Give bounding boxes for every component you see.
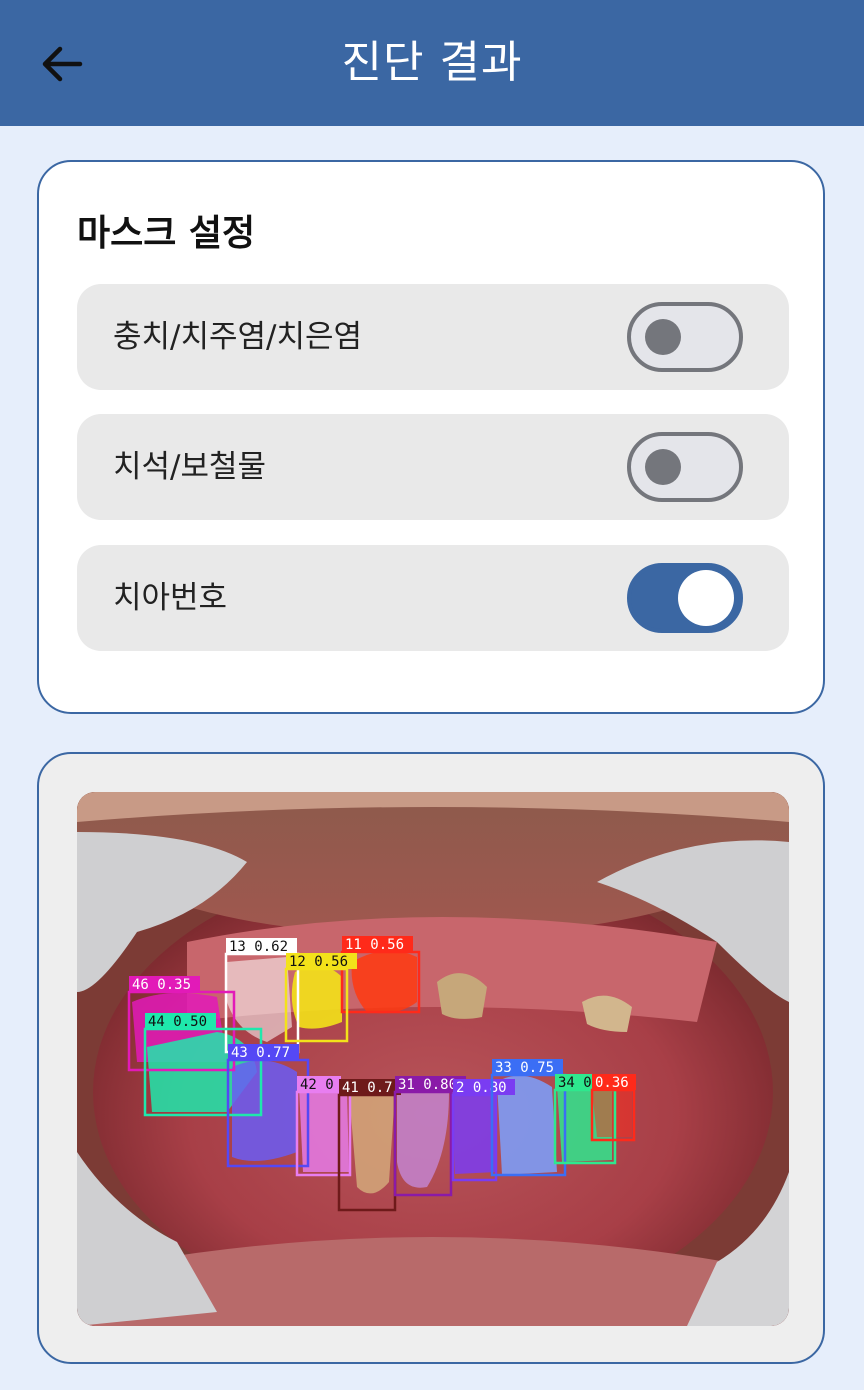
mask-settings-title: 마스크 설정 [77, 213, 256, 254]
caries-toggle[interactable] [627, 302, 743, 372]
detection-label: 13 0.62 [229, 939, 288, 955]
toggle-knob [645, 319, 681, 355]
option-row-tooth-number: 치아번호 [77, 545, 789, 651]
option-label-tooth-number: 치아번호 [113, 580, 228, 616]
detection-label: 43 0.77 [231, 1045, 290, 1061]
dental-photo: 13 0.62 11 0.56 12 0.56 46 0.35 44 0.50 43 0.… [77, 792, 789, 1326]
page-title: 진단 결과 [341, 37, 523, 88]
detection-label: 41 0.7 [342, 1080, 393, 1096]
option-label-caries: 충치/치주염/치은염 [113, 319, 363, 355]
detection-label: 46 0.35 [132, 977, 191, 993]
detection-label: 12 0.56 [289, 954, 348, 970]
toggle-knob [678, 570, 734, 626]
app-bar: 진단 결과 [0, 0, 864, 126]
toggle-knob [645, 449, 681, 485]
calculus-toggle[interactable] [627, 432, 743, 502]
detection-label: 42 0 [300, 1077, 334, 1093]
detection-label: 33 0.75 [495, 1060, 554, 1076]
detection-label: 0.36 [595, 1075, 629, 1091]
option-row-caries: 충치/치주염/치은염 [77, 284, 789, 390]
detection-label: 11 0.56 [345, 937, 404, 953]
option-label-calculus: 치석/보철물 [113, 449, 267, 485]
option-row-calculus: 치석/보철물 [77, 414, 789, 520]
tooth-number-toggle[interactable] [627, 563, 743, 633]
detection-label: 2 0.80 [456, 1080, 507, 1096]
detection-label: 31 0.80 [398, 1077, 457, 1093]
result-image-card: 13 0.62 11 0.56 12 0.56 46 0.35 44 0.50 43 0.… [37, 752, 825, 1364]
detection-label: 44 0.50 [148, 1014, 207, 1030]
mask-settings-card: 마스크 설정 충치/치주염/치은염 치석/보철물 치아번호 [37, 160, 825, 714]
